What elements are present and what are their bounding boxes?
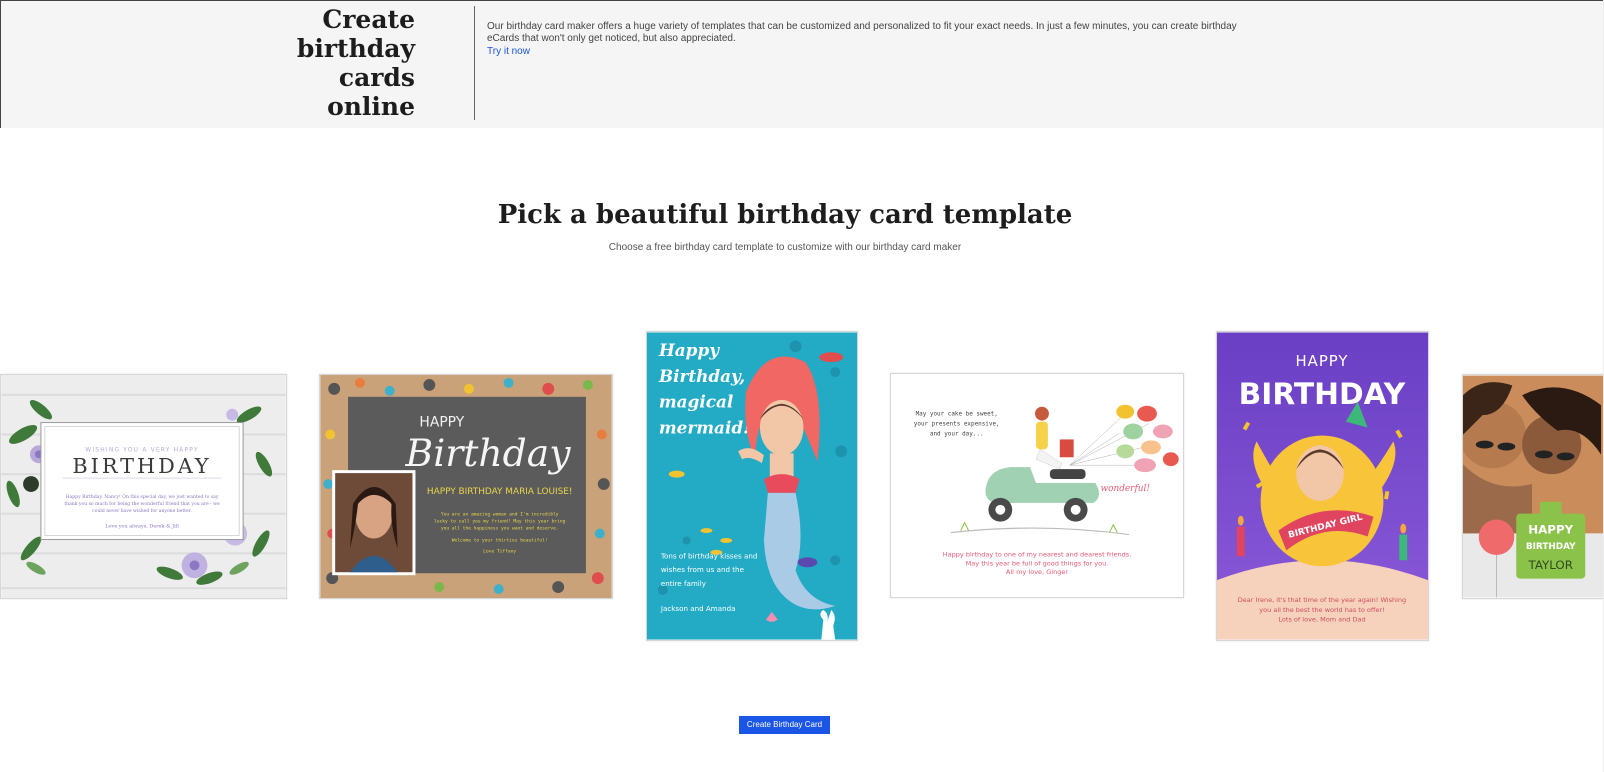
chalk-heading: Birthday [405,431,572,475]
mermaid-message-line: Tons of birthday kisses and [660,551,758,560]
chalk-message-line: you all the happiness you want and deser… [441,526,559,532]
chick-message-line: Dear Irene, it's that time of the year a… [1238,596,1406,604]
birthday-girl-card-art: HAPPY BIRTHDAY BIRTHDAY GIRL Dear Irene,… [1217,332,1428,640]
mermaid-heading-line: mermaid! [659,418,751,438]
template-card-mermaid[interactable]: Happy Birthday, magical mermaid! Tons of… [646,331,858,641]
scooter-message-line: May this year be full of good things for… [966,559,1109,567]
chalk-message-line: lucky to call you my friend! May this ye… [434,519,566,525]
floral-heading: BIRTHDAY [72,454,211,478]
mermaid-message-line: entire family [661,579,706,588]
hero-title-line: birthday [296,34,415,63]
photo-badge-line: HAPPY [1528,522,1573,536]
chalk-message-line: You are an amazing woman and I'm incredi… [441,512,559,518]
template-card-birthday-girl[interactable]: HAPPY BIRTHDAY BIRTHDAY GIRL Dear Irene,… [1216,331,1429,641]
photo-badge-line: BIRTHDAY [1526,542,1576,552]
mermaid-heading-line: magical [659,392,733,412]
photo-card-art: HAPPY BIRTHDAY TAYLOR [1463,375,1603,598]
chick-message-line: Lots of love, Mom and Dad [1278,616,1365,624]
chalkboard-card-art: HAPPY Birthday HAPPY BIRTHDAY MARIA LOUI… [320,375,612,598]
floral-card-art: WISHING YOU A VERY HAPPY BIRTHDAY Happy … [1,375,286,598]
section-subtitle: Choose a free birthday card template to … [608,242,962,253]
photo-badge-name: TAYLOR [1528,558,1573,572]
floral-signature: Love you always, Derek & Jill [105,524,179,530]
floral-message-line: Happy Birthday, Nancy! On this special d… [66,494,219,500]
template-card-chalkboard[interactable]: HAPPY Birthday HAPPY BIRTHDAY MARIA LOUI… [319,374,613,599]
chalk-subheading: HAPPY BIRTHDAY MARIA LOUISE! [427,487,573,497]
scooter-message-line: All my love, Ginger [1006,568,1069,576]
scooter-top-line: your presents expensive, [914,421,1000,428]
scooter-message-line: Happy birthday to one of my nearest and … [943,550,1132,558]
mermaid-card-art: Happy Birthday, magical mermaid! Tons of… [647,332,857,640]
template-card-floral[interactable]: WISHING YOU A VERY HAPPY BIRTHDAY Happy … [0,374,287,599]
try-it-now-link[interactable]: Try it now [487,46,530,57]
hero-title: Create birthday cards online [215,5,415,121]
hero-divider [474,6,475,120]
mermaid-heading-line: Happy [658,340,720,360]
mermaid-message-line: wishes from us and the [661,565,744,574]
scooter-card-art: May your cake be sweet, your presents ex… [891,374,1183,597]
template-card-photo[interactable]: HAPPY BIRTHDAY TAYLOR [1462,374,1604,599]
mermaid-signature: Jackson and Amanda [660,604,736,613]
hero-description: Our birthday card maker offers a huge va… [487,21,1237,44]
mermaid-heading-line: Birthday, [658,366,745,386]
create-birthday-card-button[interactable]: Create Birthday Card [739,716,830,734]
floral-heading-small: WISHING YOU A VERY HAPPY [85,446,199,453]
hero-title-line: Create [322,5,415,34]
chalk-signature: Love Tiffany [483,548,516,554]
floral-message-line: could never have wished for anyone bette… [92,508,192,514]
scooter-accent-word: wonderful! [1100,484,1149,494]
chick-message-line: you all the best the world has to offer! [1259,606,1384,614]
face-photo [759,399,804,456]
chick-heading-small: HAPPY [1296,352,1349,370]
face-photo [1296,445,1344,501]
chalk-heading-small: HAPPY [419,415,464,431]
hero-title-line: cards [338,63,415,92]
section-title: Pick a beautiful birthday card template [497,200,1073,230]
chalk-extra-line: Welcome to your thirties beautiful! [452,538,548,544]
chick-heading: BIRTHDAY [1239,377,1406,412]
scooter-top-line: May your cake be sweet, [916,411,998,418]
scooter-top-line: and your day... [930,430,984,437]
template-card-scooter[interactable]: May your cake be sweet, your presents ex… [890,373,1184,598]
hero-banner: Create birthday cards online Our birthda… [0,0,1604,128]
floral-message-line: thank you so much for being the wonderfu… [64,501,220,507]
hero-title-line: online [327,92,415,121]
